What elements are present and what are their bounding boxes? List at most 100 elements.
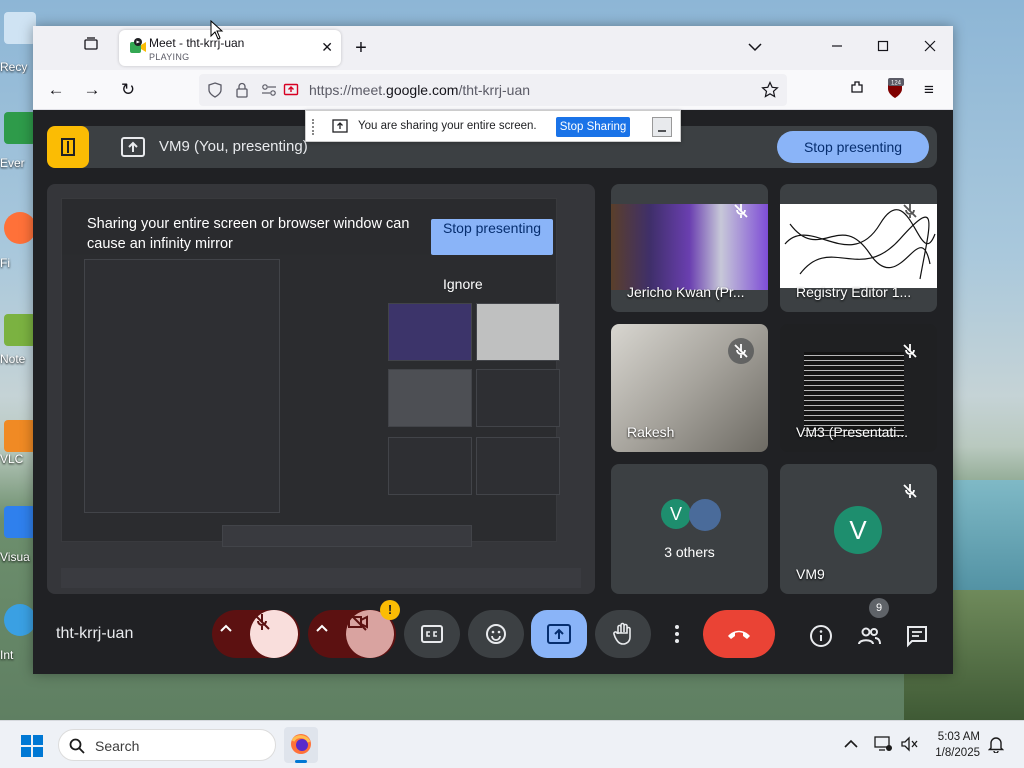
bookmark-star-icon[interactable] (761, 81, 779, 99)
participant-tile-vm3[interactable]: VM3 (Presentati... (780, 324, 937, 452)
tracking-protection-icon[interactable] (207, 82, 223, 98)
minimize-icon[interactable] (825, 36, 849, 60)
sharing-message: You are sharing your entire screen. (358, 120, 537, 132)
people-icon[interactable] (857, 624, 881, 648)
mirror-inner-tile (476, 369, 560, 427)
participant-tile-jericho[interactable]: Jericho Kwan (Pr... (611, 184, 768, 312)
extensions-icon[interactable] (845, 78, 869, 102)
desktop-icon-label: Int (0, 648, 14, 662)
mirror-inner-tile (388, 369, 472, 427)
taskbar-search-box[interactable]: Search (58, 729, 276, 761)
mirror-inner-controls (222, 525, 472, 547)
participant-tile-rakesh[interactable]: Rakesh (611, 324, 768, 452)
participant-tile-others[interactable]: V 3 others (611, 464, 768, 594)
video-control-group: ! (308, 600, 400, 658)
screen-share-notification-bar: You are sharing your entire screen. Stop… (305, 110, 681, 142)
reactions-button[interactable] (468, 610, 524, 658)
participant-name: Rakesh (627, 424, 675, 440)
more-options-button[interactable] (659, 610, 695, 658)
mic-off-icon (903, 484, 917, 498)
search-icon (69, 738, 85, 754)
participant-name: VM3 (Presentati... (796, 424, 909, 440)
windows-start-icon[interactable] (20, 734, 44, 758)
vlc-icon[interactable] (4, 420, 36, 452)
avatar: V (661, 499, 691, 529)
audio-control-group (212, 610, 300, 658)
clock-date: 1/8/2025 (935, 747, 980, 759)
reload-icon[interactable]: ↻ (116, 78, 140, 102)
desktop-icon-label: Fi (0, 256, 10, 270)
evernote-icon[interactable] (4, 112, 36, 144)
stop-sharing-button[interactable]: Stop Sharing (556, 117, 630, 137)
hide-bar-button[interactable] (652, 117, 672, 137)
url-bar[interactable]: https://meet.google.com/tht-krrj-uan (199, 74, 787, 106)
mic-off-button[interactable] (250, 610, 298, 658)
raise-hand-button[interactable] (595, 610, 651, 658)
desktop-icon-label: Note (0, 352, 26, 366)
firefox-desktop-icon[interactable] (4, 212, 36, 244)
firefox-window: Meet - tht-krrj-uan PLAYING ✕ + ← → ↻ ht… (33, 26, 953, 674)
participant-name: Jericho Kwan (Pr... (627, 284, 745, 300)
list-all-tabs-icon[interactable] (743, 36, 767, 60)
mirror-taskbar (61, 568, 581, 588)
notepad-icon[interactable] (4, 314, 36, 346)
tab-bar: Meet - tht-krrj-uan PLAYING ✕ + (33, 26, 953, 70)
search-placeholder: Search (95, 738, 140, 754)
audio-options-chevron-icon[interactable] (212, 610, 252, 658)
present-now-button[interactable] (531, 610, 587, 658)
windows-taskbar: Search 5:03 AM 1/8/2025 (0, 720, 1024, 768)
participant-name: VM9 (796, 566, 825, 582)
tab-close-icon[interactable]: ✕ (321, 39, 333, 56)
close-window-icon[interactable] (918, 36, 942, 60)
tab-playing-label: PLAYING (149, 52, 190, 62)
volume-muted-icon[interactable] (900, 736, 918, 752)
drag-handle-icon[interactable] (312, 119, 316, 135)
svg-text:124: 124 (891, 81, 902, 87)
desktop-icon-label: VLC (0, 452, 24, 466)
system-clock[interactable]: 5:03 AM 1/8/2025 (935, 729, 980, 761)
active-app-indicator (295, 760, 307, 763)
warning-ignore-button[interactable]: Ignore (443, 276, 483, 292)
visual-studio-code-icon[interactable] (4, 506, 36, 538)
tab-meet[interactable]: Meet - tht-krrj-uan PLAYING ✕ (119, 30, 341, 66)
notification-bell-icon[interactable] (988, 735, 1004, 753)
forward-icon[interactable]: → (80, 78, 104, 102)
menu-hamburger-icon[interactable]: ≡ (917, 78, 941, 102)
permissions-icon[interactable] (261, 83, 277, 97)
recycle-bin-icon[interactable] (4, 12, 36, 44)
warning-badge-icon: ! (380, 600, 400, 620)
participant-tile-registry[interactable]: Registry Editor 1... (780, 184, 937, 312)
network-icon[interactable] (874, 736, 892, 752)
mic-off-icon (734, 204, 748, 218)
screen-share-indicator-icon[interactable] (283, 82, 299, 98)
mirror-inner-tile (476, 437, 560, 495)
lock-icon[interactable] (235, 82, 249, 98)
ublock-icon[interactable]: 124 (883, 78, 907, 102)
mic-off-icon (903, 344, 917, 358)
back-icon[interactable]: ← (44, 78, 68, 102)
participant-name: Registry Editor 1... (796, 284, 912, 300)
presenting-label: VM9 (You, presenting) (159, 138, 308, 155)
chat-icon[interactable] (905, 624, 929, 648)
mouse-cursor-icon (210, 20, 224, 40)
leave-call-button[interactable] (703, 610, 775, 658)
meeting-details-icon[interactable] (809, 624, 833, 648)
avatar-robot-icon (689, 499, 721, 531)
new-tab-icon[interactable]: + (349, 36, 373, 60)
tab-title: Meet - tht-krrj-uan (149, 36, 245, 50)
participant-tile-vm9[interactable]: V VM9 (780, 464, 937, 594)
internet-download-icon[interactable] (4, 604, 36, 636)
presentation-tile: Sharing your entire screen or browser wi… (47, 184, 595, 594)
tab-overview-icon[interactable] (79, 36, 103, 60)
desktop-icon-label: Recy (0, 60, 28, 74)
taskbar-firefox-button[interactable] (284, 727, 318, 763)
warning-stop-presenting-button[interactable]: Stop presenting (431, 219, 553, 255)
present-screen-icon (121, 137, 145, 157)
stop-presenting-button[interactable]: Stop presenting (777, 131, 929, 163)
captions-button[interactable] (404, 610, 460, 658)
maximize-icon[interactable] (871, 36, 895, 60)
desktop-icon-label: Ever (0, 156, 25, 170)
show-hidden-icons-icon[interactable] (844, 739, 858, 749)
video-options-chevron-icon[interactable] (308, 610, 348, 658)
infinity-mirror-warning: Sharing your entire screen or browser wi… (87, 216, 410, 252)
